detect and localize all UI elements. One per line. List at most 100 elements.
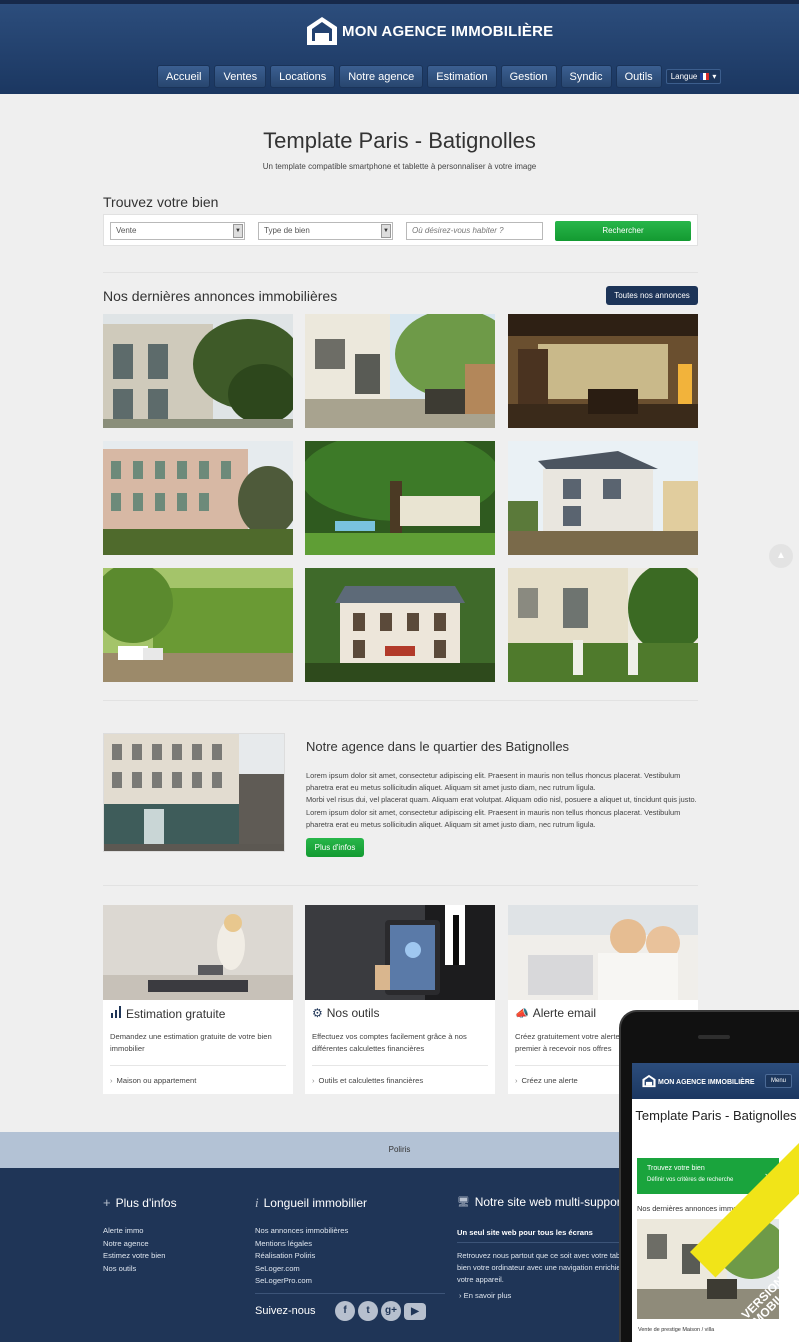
- footer-title-multisupport: 🖥 Notre site web multi-supports: [457, 1195, 630, 1209]
- chevron-down-icon: ▾: [712, 72, 717, 81]
- listing-photo-9[interactable]: [508, 568, 698, 682]
- footer-link[interactable]: Mentions légales: [255, 1238, 348, 1251]
- nav-ventes[interactable]: Ventes: [214, 65, 267, 88]
- brand-name: MON AGENCE IMMOBILIÈRE: [342, 22, 554, 40]
- listing-photo-7[interactable]: [103, 568, 293, 682]
- mobile-search-toggle[interactable]: Trouvez votre bien Définir vos critères …: [637, 1158, 779, 1194]
- service-link-text: Créez une alerte: [521, 1076, 578, 1085]
- mobile-listing-photo[interactable]: [637, 1219, 779, 1319]
- language-selector[interactable]: Langue ▾: [665, 69, 722, 84]
- nav-estimation[interactable]: Estimation: [427, 65, 497, 88]
- agency-photo: [103, 733, 285, 852]
- service-title: 📣 Alerte email: [515, 1006, 596, 1020]
- listing-photo-8[interactable]: [305, 568, 495, 682]
- service-separator: [110, 1065, 286, 1066]
- footer-link[interactable]: SeLogerPro.com: [255, 1275, 348, 1288]
- footer-title-text: Longueil immobilier: [263, 1196, 368, 1210]
- listing-photo-6[interactable]: [508, 441, 698, 555]
- mobile-title: Template Paris - Batignolles: [635, 1108, 797, 1123]
- footer-link[interactable]: Réalisation Poliris: [255, 1250, 348, 1263]
- french-flag-icon: [700, 73, 710, 80]
- twitter-icon[interactable]: t: [358, 1301, 378, 1321]
- more-info-button[interactable]: Plus d'infos: [306, 838, 364, 857]
- bar-chart-icon: [110, 1006, 122, 1021]
- footer-link[interactable]: Nos annonces immobilières: [255, 1225, 348, 1238]
- footer-separator: [255, 1293, 445, 1294]
- footer-link[interactable]: Notre agence: [103, 1238, 165, 1251]
- nav-outils[interactable]: Outils: [615, 65, 662, 88]
- service-link[interactable]: › Maison ou appartement: [110, 1076, 196, 1085]
- mobile-search-title: Trouvez votre bien: [647, 1165, 705, 1172]
- service-image-estimation: [103, 905, 293, 1000]
- service-title-text: Alerte email: [532, 1006, 597, 1020]
- footer-link[interactable]: Nos outils: [103, 1263, 165, 1276]
- footer-title-text: Notre site web multi-supports: [474, 1195, 631, 1209]
- nav-notre-agence[interactable]: Notre agence: [339, 65, 424, 88]
- divider: [103, 885, 698, 886]
- search-form: Vente ▼ Type de bien ▼ Où désirez-vous h…: [103, 214, 698, 246]
- listing-photo-5[interactable]: [305, 441, 495, 555]
- mobile-latest-title: Nos dernières annonces immobilières: [637, 1204, 761, 1213]
- gear-icon: ⚙: [312, 1006, 323, 1020]
- social-links: f t g+ ▶: [335, 1301, 426, 1321]
- listing-photo-3[interactable]: [508, 314, 698, 428]
- mobile-menu-button[interactable]: Menu: [764, 1074, 792, 1088]
- footer-link[interactable]: Estimez votre bien: [103, 1250, 165, 1263]
- service-card-estimation[interactable]: Estimation gratuite Demandez une estimat…: [103, 905, 293, 1094]
- select-arrow-icon: ▼: [233, 224, 243, 238]
- location-input[interactable]: Où désirez-vous habiter ?: [406, 222, 543, 240]
- site-logo[interactable]: MON AGENCE IMMOBILIÈRE: [306, 14, 553, 48]
- monitor-icon: 🖥: [457, 1196, 470, 1208]
- footer-link[interactable]: SeLoger.com: [255, 1263, 348, 1276]
- phone-speaker: [698, 1035, 730, 1039]
- mobile-search-subtitle: Définir vos critères de recherche: [647, 1177, 734, 1183]
- chevron-right-icon: ›: [110, 1076, 113, 1085]
- youtube-icon[interactable]: ▶: [404, 1303, 426, 1320]
- footer-title-agency: i Longueil immobilier: [255, 1195, 367, 1211]
- service-image-tools: [305, 905, 495, 1000]
- nav-syndic[interactable]: Syndic: [560, 65, 612, 88]
- chevron-down-icon: ⌄: [763, 1168, 771, 1178]
- site-header: MON AGENCE IMMOBILIÈRE Accueil Ventes Lo…: [0, 0, 799, 94]
- agency-description: Lorem ipsum dolor sit amet, consectetur …: [306, 770, 698, 831]
- service-description: Effectuez vos comptes facilement grâce à…: [312, 1032, 467, 1053]
- service-card-tools[interactable]: ⚙ Nos outils Effectuez vos comptes facil…: [305, 905, 495, 1094]
- listing-photo-4[interactable]: [103, 441, 293, 555]
- footer-links-infos: Alerte immo Notre agence Estimez votre b…: [103, 1225, 165, 1275]
- agency-paragraph-1: Lorem ipsum dolor sit amet, consectetur …: [306, 771, 681, 793]
- mobile-screen: MON AGENCE IMMOBILIÈRE Menu Template Par…: [632, 1063, 799, 1342]
- all-listings-button[interactable]: Toutes nos annonces: [606, 286, 698, 305]
- transaction-value: Vente: [116, 226, 137, 235]
- nav-accueil[interactable]: Accueil: [157, 65, 211, 88]
- page-title: Template Paris - Batignolles: [263, 128, 536, 153]
- chevron-right-icon: ›: [515, 1076, 518, 1085]
- main-nav: Accueil Ventes Locations Notre agence Es…: [157, 65, 722, 88]
- scroll-top-button[interactable]: ▲: [769, 544, 793, 568]
- google-plus-icon[interactable]: g+: [381, 1301, 401, 1321]
- service-title-text: Estimation gratuite: [126, 1006, 226, 1021]
- listing-photo-2[interactable]: [305, 314, 495, 428]
- nav-locations[interactable]: Locations: [270, 65, 336, 88]
- service-link[interactable]: › Créez une alerte: [515, 1076, 578, 1085]
- mobile-logo[interactable]: MON AGENCE IMMOBILIÈRE: [642, 1074, 755, 1090]
- select-arrow-icon: ▼: [381, 224, 391, 238]
- listing-photo-1[interactable]: [103, 314, 293, 428]
- house-icon: [306, 15, 338, 47]
- service-link[interactable]: › Outils et calculettes financières: [312, 1076, 423, 1085]
- agency-paragraph-2: Morbi vel risus dui, vel placerat quam. …: [306, 795, 697, 829]
- footer-links-agency: Nos annonces immobilières Mentions légal…: [255, 1225, 348, 1288]
- footer-link[interactable]: Alerte immo: [103, 1225, 165, 1238]
- mobile-preview: MON AGENCE IMMOBILIÈRE Menu Template Par…: [619, 1010, 799, 1342]
- search-title: Trouvez votre bien: [103, 194, 219, 210]
- facebook-icon[interactable]: f: [335, 1301, 355, 1321]
- search-button[interactable]: Rechercher: [555, 221, 691, 241]
- footer-title-text: Plus d'infos: [115, 1195, 177, 1210]
- divider: [103, 700, 698, 701]
- info-icon: i: [255, 1195, 259, 1210]
- mobile-brand: MON AGENCE IMMOBILIÈRE: [658, 1078, 755, 1086]
- transaction-select[interactable]: Vente ▼: [110, 222, 245, 240]
- service-description: Demandez une estimation gratuite de votr…: [110, 1032, 272, 1053]
- nav-gestion[interactable]: Gestion: [500, 65, 557, 88]
- property-type-select[interactable]: Type de bien ▼: [258, 222, 393, 240]
- footer-more-link[interactable]: › En savoir plus: [459, 1291, 511, 1300]
